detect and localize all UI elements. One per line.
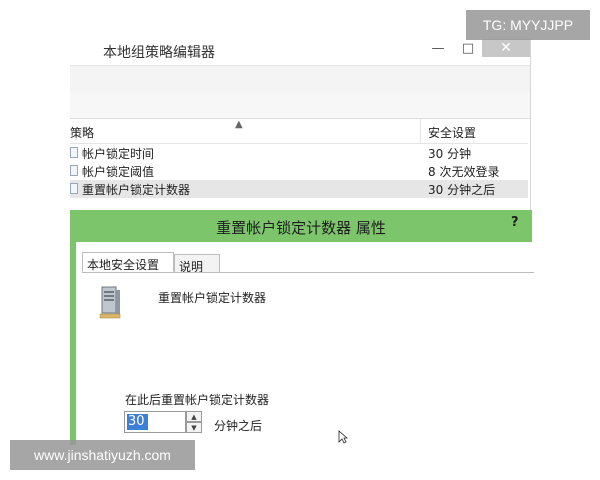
column-divider[interactable] [420, 119, 421, 143]
policy-name-label: 重置帐户锁定计数器 [158, 291, 267, 305]
gpe-menubar [70, 65, 530, 93]
policy-list: 策略 ▲ 安全设置 帐户锁定时间 30 分钟 帐户锁定阈值 8 次无效登录 重置… [70, 119, 528, 211]
stepper-down-icon[interactable]: ▼ [186, 422, 202, 433]
row-policy-value: 30 分钟 [428, 147, 472, 161]
gpe-toolbar [70, 92, 530, 119]
row-policy-name: 重置帐户锁定计数器 [82, 183, 191, 197]
minutes-unit-label: 分钟之后 [214, 419, 263, 433]
minimize-button[interactable]: — [425, 39, 451, 57]
group-policy-editor-window: 本地组策略编辑器 — □ ✕ 策略 ▲ 安全设置 帐户锁定时间 30 分钟 帐户… [70, 37, 531, 212]
row-policy-value: 30 分钟之后 [428, 183, 496, 197]
row-policy-name: 帐户锁定时间 [82, 147, 155, 161]
row-policy-value: 8 次无效登录 [428, 165, 500, 179]
row-policy-name: 帐户锁定阈值 [82, 165, 155, 179]
server-icon [99, 286, 121, 319]
mouse-cursor-icon [338, 430, 348, 444]
gpe-title: 本地组策略编辑器 [103, 45, 215, 61]
maximize-button[interactable]: □ [455, 39, 481, 57]
column-header-setting[interactable]: 安全设置 [428, 124, 476, 141]
policy-doc-icon [70, 147, 78, 158]
tg-watermark: TG: MYYJJPP [466, 10, 590, 40]
tab-explain[interactable]: 说明 [174, 254, 220, 274]
list-row-lockout-threshold[interactable]: 帐户锁定阈值 8 次无效登录 [70, 162, 528, 180]
reset-counter-label: 在此后重置帐户锁定计数器 [125, 393, 270, 407]
dialog-titlebar[interactable]: 重置帐户锁定计数器 属性 ? [70, 210, 532, 242]
list-header: 策略 ▲ 安全设置 [70, 119, 528, 144]
url-watermark: www.jinshatiyuzh.com [10, 440, 195, 470]
help-button[interactable]: ? [511, 215, 519, 230]
stepper-up-icon[interactable]: ▲ [186, 411, 202, 422]
list-row-reset-counter[interactable]: 重置帐户锁定计数器 30 分钟之后 [70, 180, 528, 198]
minutes-stepper[interactable]: 30 ▲ ▼ [124, 411, 204, 435]
dialog-title: 重置帐户锁定计数器 属性 [216, 219, 386, 237]
column-header-policy[interactable]: 策略 [70, 124, 94, 141]
tab-local-security-setting[interactable]: 本地安全设置 [82, 252, 174, 272]
close-button[interactable]: ✕ [482, 39, 530, 57]
policy-doc-icon [70, 165, 78, 176]
screenshot-stage: 本地组策略编辑器 — □ ✕ 策略 ▲ 安全设置 帐户锁定时间 30 分钟 帐户… [0, 0, 600, 480]
minutes-value[interactable]: 30 [127, 414, 148, 430]
properties-dialog: 重置帐户锁定计数器 属性 ? 本地安全设置 说明 重置帐户锁定计数器 在此后重置… [70, 210, 534, 448]
gpe-titlebar: 本地组策略编辑器 — □ ✕ [70, 37, 530, 65]
list-row-lockout-duration[interactable]: 帐户锁定时间 30 分钟 [70, 144, 528, 162]
policy-doc-icon [70, 183, 78, 194]
sort-ascending-icon: ▲ [235, 119, 243, 130]
